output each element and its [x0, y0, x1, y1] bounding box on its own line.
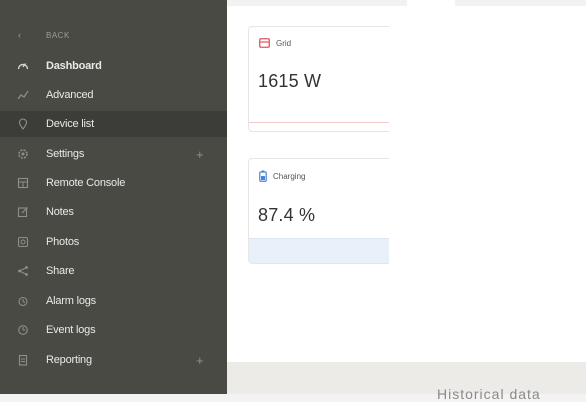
- dashboard-gauge-icon: [16, 59, 30, 73]
- share-icon: [16, 264, 30, 278]
- reporting-icon: [16, 353, 30, 367]
- sidebar-item-remote-console[interactable]: Remote Console: [0, 170, 227, 196]
- sidebar-item-notes[interactable]: Notes: [0, 199, 227, 225]
- charging-value: 87.4 %: [258, 205, 316, 225]
- historical-data-title: Historical data: [437, 386, 541, 402]
- sidebar-item-settings[interactable]: Settings +: [0, 141, 227, 167]
- back-label: BACK: [46, 30, 70, 40]
- grid-card-header: Grid: [259, 38, 291, 48]
- sidebar-item-dashboard[interactable]: Dashboard: [0, 53, 227, 79]
- settings-expand-icon[interactable]: +: [196, 148, 204, 161]
- historical-data-section: Historical data: [227, 362, 586, 402]
- charging-card[interactable]: Charging 87.4 %: [248, 158, 389, 264]
- sidebar-item-device-list[interactable]: Device list: [0, 111, 227, 137]
- event-logs-icon: [16, 323, 30, 337]
- back-arrow-icon: ‹: [18, 30, 22, 40]
- device-list-pin-icon: [16, 117, 30, 131]
- sidebar-item-alarm-logs[interactable]: Alarm logs: [0, 288, 227, 314]
- charging-band: [249, 238, 389, 263]
- charging-card-title: Charging: [273, 171, 306, 181]
- reporting-expand-icon[interactable]: +: [196, 354, 204, 367]
- sidebar-item-event-logs[interactable]: Event logs: [0, 317, 227, 343]
- sidebar-item-photos[interactable]: Photos: [0, 229, 227, 255]
- alarm-logs-icon: [16, 294, 30, 308]
- remote-console-icon: [16, 176, 30, 190]
- notes-icon: [16, 205, 30, 219]
- grid-card-line: [249, 122, 389, 123]
- grid-icon: [259, 38, 270, 48]
- photos-icon: [16, 235, 30, 249]
- sidebar-item-advanced[interactable]: Advanced: [0, 82, 227, 108]
- sidebar-item-reporting[interactable]: Reporting +: [0, 347, 227, 373]
- settings-gear-icon: [16, 147, 30, 161]
- back-button[interactable]: ‹ BACK: [0, 24, 227, 46]
- grid-card[interactable]: Grid 1615 W: [248, 26, 389, 132]
- grid-card-title: Grid: [276, 38, 292, 48]
- top-strip: [227, 0, 586, 6]
- sidebar: ‹ BACK Dashboard Advanced Device list Se…: [0, 0, 227, 394]
- battery-icon: [259, 170, 267, 182]
- sidebar-item-share[interactable]: Share: [0, 258, 227, 284]
- grid-power-value: 1615 W: [258, 71, 322, 91]
- advanced-chart-icon: [16, 88, 30, 102]
- charging-card-header: Charging: [259, 170, 305, 182]
